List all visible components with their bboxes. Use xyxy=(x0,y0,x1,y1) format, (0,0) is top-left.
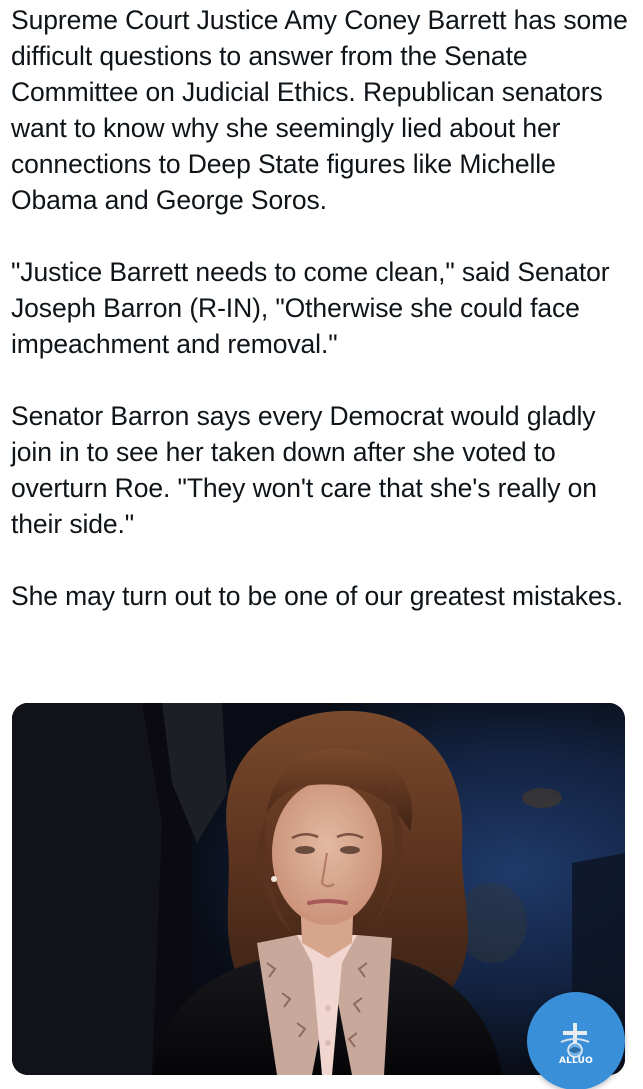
alluo-logo-icon xyxy=(560,1023,590,1058)
tweet-text: Supreme Court Justice Amy Coney Barrett … xyxy=(11,2,631,614)
alluo-floating-button[interactable]: ALLUO xyxy=(527,992,625,1089)
tweet-paragraph: Supreme Court Justice Amy Coney Barrett … xyxy=(11,5,628,215)
tweet-paragraph: She may turn out to be one of our greate… xyxy=(11,581,623,611)
alluo-label: ALLUO xyxy=(558,1056,594,1066)
tweet-paragraph: "Justice Barrett needs to come clean," s… xyxy=(11,257,610,359)
tweet-paragraph: Senator Barron says every Democrat would… xyxy=(11,401,597,539)
